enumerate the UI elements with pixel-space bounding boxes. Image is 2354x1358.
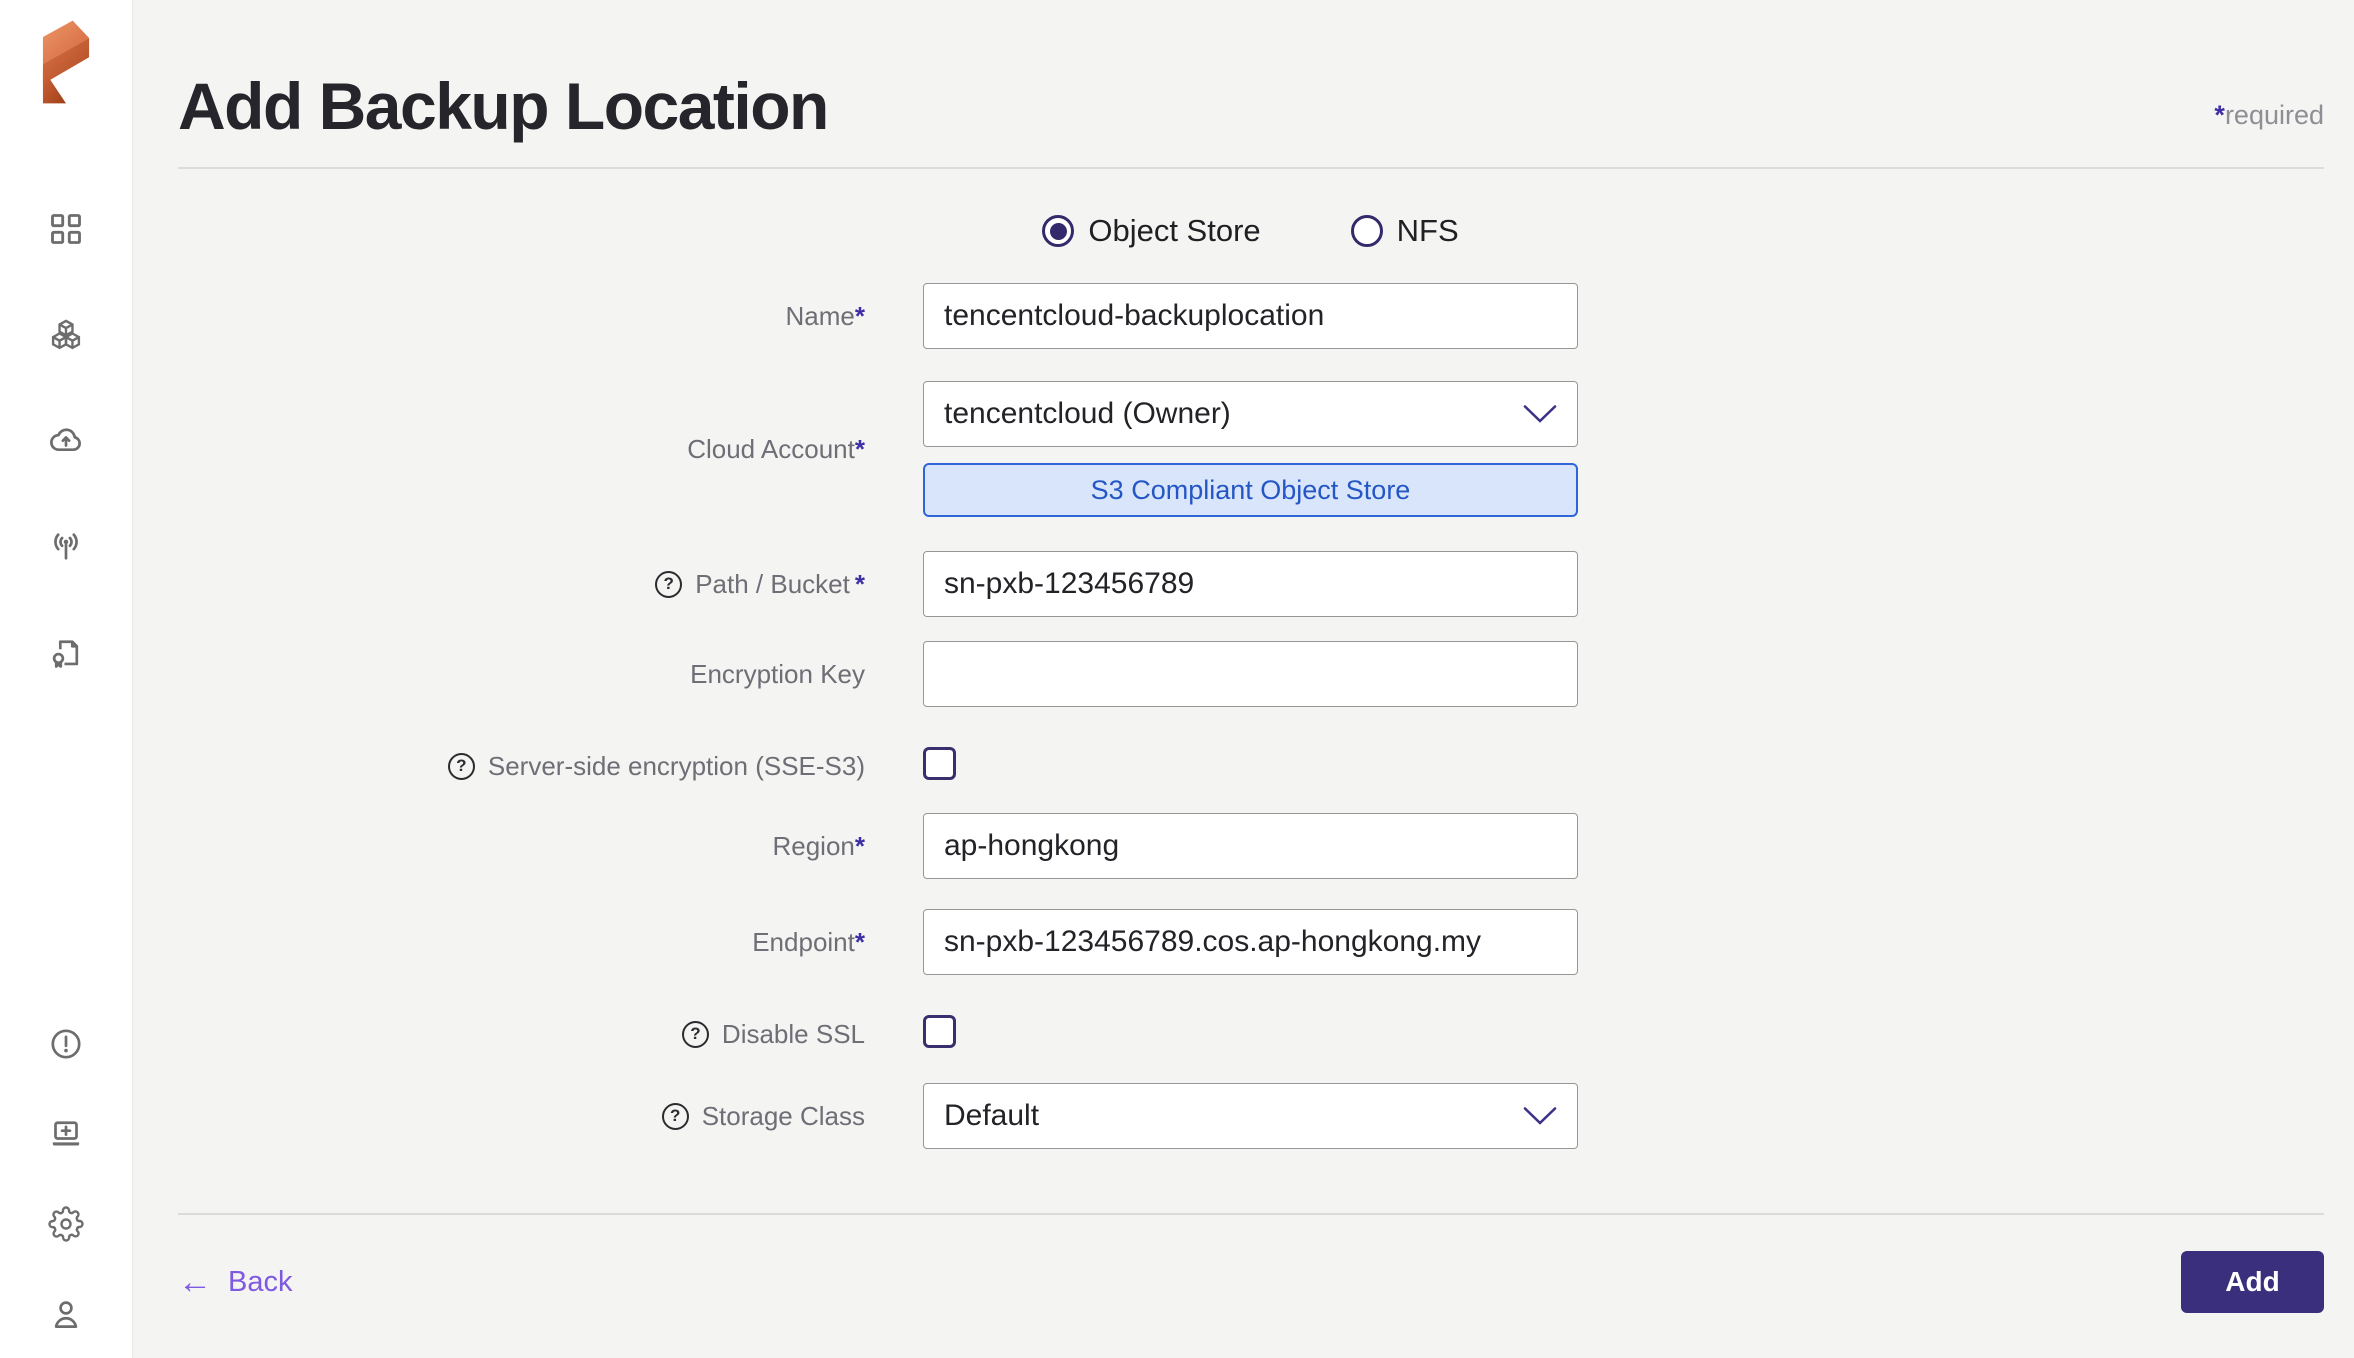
path-bucket-help-icon[interactable]: ?: [655, 570, 683, 598]
storage-type-radio-group: Object Store NFS: [923, 213, 1578, 249]
storage-type-row: Object Store NFS: [178, 213, 2324, 249]
sidebar-item-policies[interactable]: [48, 635, 84, 671]
sidebar-nav-bottom: [48, 1026, 84, 1332]
alert-circle-icon: [51, 1029, 81, 1059]
cloud-account-row: Cloud Account* tencentcloud (Owner) S3 C…: [178, 381, 2324, 518]
gear-icon: [48, 1206, 84, 1242]
encryption-key-label: Encryption Key: [690, 658, 865, 689]
nfs-radio-label: NFS: [1396, 213, 1459, 249]
region-required-asterisk: *: [854, 830, 865, 861]
region-label: Region*: [772, 830, 865, 861]
sidebar-item-monitoring[interactable]: [48, 529, 84, 565]
name-required-asterisk: *: [854, 300, 865, 331]
path-bucket-label: Path / Bucket *: [695, 568, 865, 599]
encryption-key-input[interactable]: [923, 641, 1578, 708]
certificate-file-icon: [52, 640, 79, 668]
required-hint-text: required: [2224, 100, 2324, 131]
region-input[interactable]: [923, 813, 1578, 880]
sse-help-icon[interactable]: ?: [447, 752, 475, 780]
endpoint-row: Endpoint*: [178, 909, 2324, 976]
storage-class-help-icon[interactable]: ?: [661, 1102, 689, 1130]
sse-label: Server-side encryption (SSE-S3): [487, 750, 865, 781]
app-window: Add Backup Location *required Object Sto…: [0, 0, 2354, 1358]
encryption-key-row: Encryption Key: [178, 641, 2324, 708]
path-bucket-required-asterisk: *: [854, 568, 865, 599]
add-button[interactable]: Add: [2181, 1251, 2324, 1314]
chevron-down-icon: [1523, 405, 1557, 424]
required-asterisk: *: [2214, 100, 2225, 131]
dashboard-icon: [51, 214, 81, 244]
cloud-account-selected-value: tencentcloud (Owner): [944, 397, 1231, 431]
name-label: Name*: [785, 300, 865, 331]
storage-class-selected-value: Default: [944, 1099, 1040, 1133]
sidebar-item-backups[interactable]: [48, 423, 84, 459]
path-bucket-input[interactable]: [923, 551, 1578, 618]
percona-everest-logo[interactable]: [41, 18, 91, 111]
name-input[interactable]: [923, 283, 1578, 350]
disable-ssl-row: ? Disable SSL: [178, 1015, 2324, 1053]
logo-ribbon-icon: [42, 20, 90, 104]
endpoint-label: Endpoint*: [752, 926, 865, 957]
back-link-label: Back: [228, 1265, 293, 1298]
clusters-cubes-icon: [51, 319, 81, 350]
back-arrow-icon: ←: [178, 1263, 212, 1302]
cloud-upload-icon: [50, 428, 81, 452]
sidebar: [0, 0, 133, 1358]
nfs-radio[interactable]: [1350, 215, 1383, 248]
person-icon: [54, 1301, 78, 1328]
path-bucket-row: ? Path / Bucket *: [178, 551, 2324, 618]
endpoint-input[interactable]: [923, 909, 1578, 976]
header-divider: [178, 167, 2324, 170]
page-title: Add Backup Location: [178, 69, 829, 143]
sidebar-item-dashboard[interactable]: [48, 211, 84, 247]
storage-class-row: ? Storage Class Default: [178, 1083, 2324, 1150]
disable-ssl-label: Disable SSL: [721, 1018, 865, 1049]
main-content: Add Backup Location *required Object Sto…: [133, 0, 2354, 1358]
sidebar-item-profile[interactable]: [48, 1296, 84, 1332]
page-header: Add Backup Location *required: [178, 69, 2324, 143]
sidebar-item-clusters[interactable]: [48, 317, 84, 353]
endpoint-required-asterisk: *: [854, 926, 865, 957]
cloud-account-select[interactable]: tencentcloud (Owner): [923, 381, 1578, 448]
sidebar-nav-top: [48, 211, 84, 671]
disable-ssl-checkbox[interactable]: [923, 1015, 956, 1049]
region-row: Region*: [178, 813, 2324, 880]
cloud-account-required-asterisk: *: [854, 433, 865, 464]
storage-class-label: Storage Class: [701, 1100, 865, 1131]
laptop-plus-icon: [52, 1121, 80, 1146]
backup-location-form: Object Store NFS Name* Cloud Acco: [178, 213, 2324, 1150]
form-footer: ← Back Add: [178, 1251, 2324, 1314]
sse-checkbox[interactable]: [923, 747, 956, 781]
sidebar-item-support[interactable]: [48, 1116, 84, 1152]
sse-row: ? Server-side encryption (SSE-S3): [178, 747, 2324, 785]
cloud-account-label: Cloud Account*: [687, 433, 865, 464]
required-hint: *required: [2214, 100, 2324, 131]
disable-ssl-help-icon[interactable]: ?: [681, 1020, 709, 1048]
radio-option-nfs[interactable]: NFS: [1350, 213, 1459, 249]
storage-class-select[interactable]: Default: [923, 1083, 1578, 1150]
antenna-broadcast-icon: [54, 533, 78, 560]
name-row: Name*: [178, 283, 2324, 350]
footer-divider: [178, 1213, 2324, 1216]
sidebar-item-alerts[interactable]: [48, 1026, 84, 1062]
object-store-radio-label: Object Store: [1088, 213, 1261, 249]
back-link[interactable]: ← Back: [178, 1265, 292, 1299]
s3-compliant-tag[interactable]: S3 Compliant Object Store: [923, 463, 1578, 518]
chevron-down-icon: [1523, 1107, 1557, 1126]
sidebar-item-settings[interactable]: [48, 1206, 84, 1242]
radio-option-object-store[interactable]: Object Store: [1042, 213, 1261, 249]
object-store-radio[interactable]: [1042, 215, 1075, 248]
